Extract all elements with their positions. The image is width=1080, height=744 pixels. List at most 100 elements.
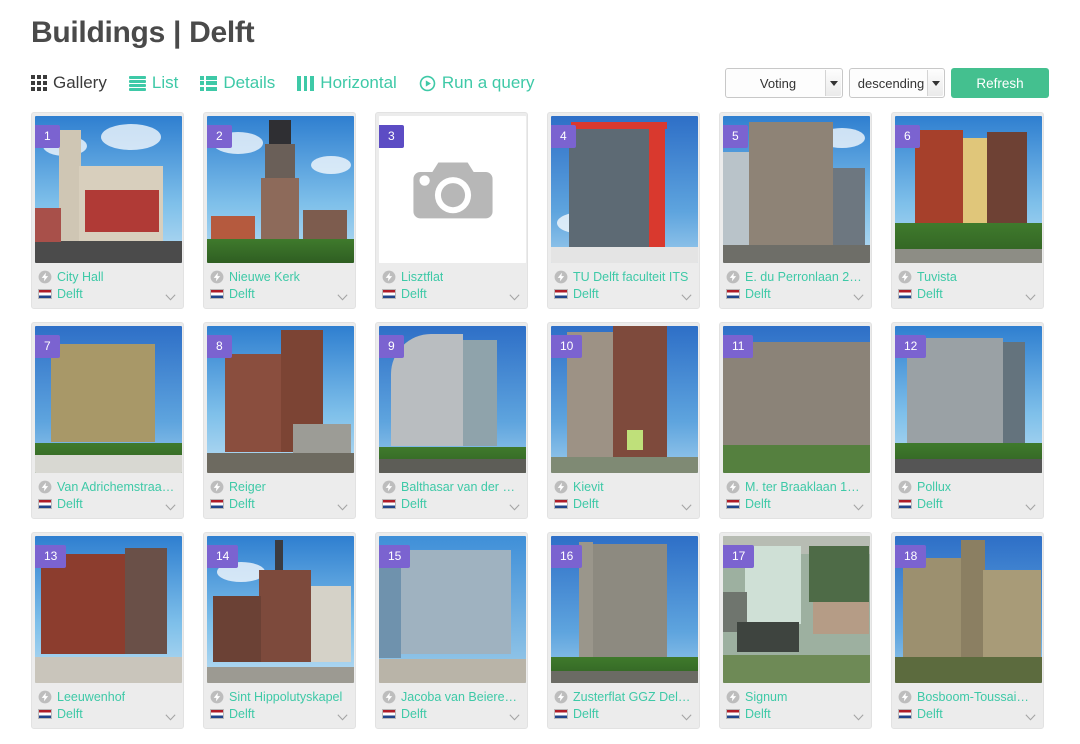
building-card[interactable]: 12 Pollux Delft xyxy=(891,322,1044,519)
building-card[interactable]: 1 City Hall Delft xyxy=(31,112,184,309)
card-place[interactable]: Delft xyxy=(229,287,255,301)
card-title[interactable]: Van Adrichemstraat ... xyxy=(57,480,175,494)
card-place[interactable]: Delft xyxy=(917,497,943,511)
card-title[interactable]: M. ter Braaklaan 1-2... xyxy=(745,480,863,494)
card-title[interactable]: Tuvista xyxy=(917,270,957,284)
building-card[interactable]: 17 Signum Delft xyxy=(719,532,872,729)
building-card[interactable]: 7 Van Adrichemstraat ... Delft xyxy=(31,322,184,519)
building-card[interactable]: 5 E. du Perronlaan 2-8... Delft xyxy=(719,112,872,309)
building-card[interactable]: 14 Sint Hippolutyskapel Delft xyxy=(203,532,356,729)
building-card[interactable]: 4 TU Delft faculteit ITS Delft xyxy=(547,112,700,309)
card-thumbnail[interactable]: 12 xyxy=(895,326,1042,473)
card-place[interactable]: Delft xyxy=(917,287,943,301)
card-title[interactable]: Zusterflat GGZ Delfl... xyxy=(573,690,691,704)
card-title[interactable]: Jacoba van Beierenl... xyxy=(401,690,519,704)
card-title[interactable]: Pollux xyxy=(917,480,951,494)
card-title[interactable]: Leeuwenhof xyxy=(57,690,125,704)
sort-order-select[interactable]: descending xyxy=(849,68,945,98)
card-title[interactable]: Signum xyxy=(745,690,787,704)
card-title[interactable]: Lisztflat xyxy=(401,270,443,284)
card-place[interactable]: Delft xyxy=(745,707,771,721)
card-place[interactable]: Delft xyxy=(401,287,427,301)
card-thumbnail[interactable]: 9 xyxy=(379,326,526,473)
card-title[interactable]: City Hall xyxy=(57,270,104,284)
card-place[interactable]: Delft xyxy=(745,497,771,511)
card-place[interactable]: Delft xyxy=(229,707,255,721)
chevron-down-icon[interactable] xyxy=(165,504,176,511)
chevron-down-icon[interactable] xyxy=(337,504,348,511)
chevron-down-icon[interactable] xyxy=(509,294,520,301)
sort-by-select[interactable]: Voting xyxy=(725,68,843,98)
chevron-down-icon[interactable] xyxy=(853,714,864,721)
card-thumbnail[interactable]: 4 xyxy=(551,116,698,263)
card-place[interactable]: Delft xyxy=(57,707,83,721)
chevron-down-icon[interactable] xyxy=(681,504,692,511)
chevron-down-icon[interactable] xyxy=(681,294,692,301)
card-title-row: Signum xyxy=(726,688,864,705)
card-thumbnail[interactable]: 18 xyxy=(895,536,1042,683)
chevron-down-icon[interactable] xyxy=(165,294,176,301)
card-thumbnail[interactable]: 7 xyxy=(35,326,182,473)
chevron-down-icon[interactable] xyxy=(337,294,348,301)
building-card[interactable]: 11 M. ter Braaklaan 1-2... Delft xyxy=(719,322,872,519)
card-thumbnail[interactable]: 3 xyxy=(379,116,526,263)
card-place[interactable]: Delft xyxy=(229,497,255,511)
building-card[interactable]: 16 Zusterflat GGZ Delfl... Delft xyxy=(547,532,700,729)
card-title[interactable]: TU Delft faculteit ITS xyxy=(573,270,688,284)
chevron-down-icon[interactable] xyxy=(1025,294,1036,301)
card-title[interactable]: Balthasar van der Po... xyxy=(401,480,519,494)
building-card[interactable]: 6 Tuvista Delft xyxy=(891,112,1044,309)
card-title[interactable]: Bosboom-Toussaintp... xyxy=(917,690,1035,704)
card-thumbnail[interactable]: 5 xyxy=(723,116,870,263)
card-thumbnail[interactable]: 1 xyxy=(35,116,182,263)
card-place[interactable]: Delft xyxy=(573,287,599,301)
building-card[interactable]: 18 Bosboom-Toussaintp... Delft xyxy=(891,532,1044,729)
building-card[interactable]: 3 Lisztflat Delft xyxy=(375,112,528,309)
card-thumbnail[interactable]: 8 xyxy=(207,326,354,473)
building-card[interactable]: 2 Nieuwe Kerk Delft xyxy=(203,112,356,309)
building-card[interactable]: 9 Balthasar van der Po... Delft xyxy=(375,322,528,519)
card-place[interactable]: Delft xyxy=(57,497,83,511)
card-thumbnail[interactable]: 6 xyxy=(895,116,1042,263)
chevron-down-icon[interactable] xyxy=(165,714,176,721)
chevron-down-icon[interactable] xyxy=(681,714,692,721)
card-thumbnail[interactable]: 10 xyxy=(551,326,698,473)
card-title[interactable]: Sint Hippolutyskapel xyxy=(229,690,342,704)
view-mode-list[interactable]: List xyxy=(128,73,178,93)
chevron-down-icon[interactable] xyxy=(1025,714,1036,721)
card-title[interactable]: E. du Perronlaan 2-8... xyxy=(745,270,863,284)
chevron-down-icon[interactable] xyxy=(1025,504,1036,511)
chevron-down-icon[interactable] xyxy=(853,504,864,511)
card-place[interactable]: Delft xyxy=(917,707,943,721)
chevron-down-icon[interactable] xyxy=(853,294,864,301)
building-card[interactable]: 13 Leeuwenhof Delft xyxy=(31,532,184,729)
card-title[interactable]: Nieuwe Kerk xyxy=(229,270,300,284)
view-mode-horizontal[interactable]: Horizontal xyxy=(297,73,397,93)
card-title[interactable]: Kievit xyxy=(573,480,604,494)
card-place[interactable]: Delft xyxy=(57,287,83,301)
card-place[interactable]: Delft xyxy=(401,497,427,511)
chevron-down-icon[interactable] xyxy=(337,714,348,721)
building-card[interactable]: 10 Kievit Delft xyxy=(547,322,700,519)
card-thumbnail[interactable]: 2 xyxy=(207,116,354,263)
chevron-down-icon[interactable] xyxy=(509,504,520,511)
flash-icon xyxy=(382,270,396,283)
card-place[interactable]: Delft xyxy=(573,497,599,511)
building-card[interactable]: 15 Jacoba van Beierenl... Delft xyxy=(375,532,528,729)
card-thumbnail[interactable]: 16 xyxy=(551,536,698,683)
card-thumbnail[interactable]: 13 xyxy=(35,536,182,683)
card-thumbnail[interactable]: 14 xyxy=(207,536,354,683)
card-place[interactable]: Delft xyxy=(745,287,771,301)
card-thumbnail[interactable]: 17 xyxy=(723,536,870,683)
card-place[interactable]: Delft xyxy=(573,707,599,721)
card-thumbnail[interactable]: 11 xyxy=(723,326,870,473)
run-a-query-button[interactable]: Run a query xyxy=(419,73,534,93)
building-card[interactable]: 8 Reiger Delft xyxy=(203,322,356,519)
view-mode-details[interactable]: Details xyxy=(200,73,275,93)
card-title[interactable]: Reiger xyxy=(229,480,266,494)
chevron-down-icon[interactable] xyxy=(509,714,520,721)
card-thumbnail[interactable]: 15 xyxy=(379,536,526,683)
refresh-button[interactable]: Refresh xyxy=(951,68,1049,98)
card-place[interactable]: Delft xyxy=(401,707,427,721)
view-mode-gallery[interactable]: Gallery xyxy=(31,73,107,93)
